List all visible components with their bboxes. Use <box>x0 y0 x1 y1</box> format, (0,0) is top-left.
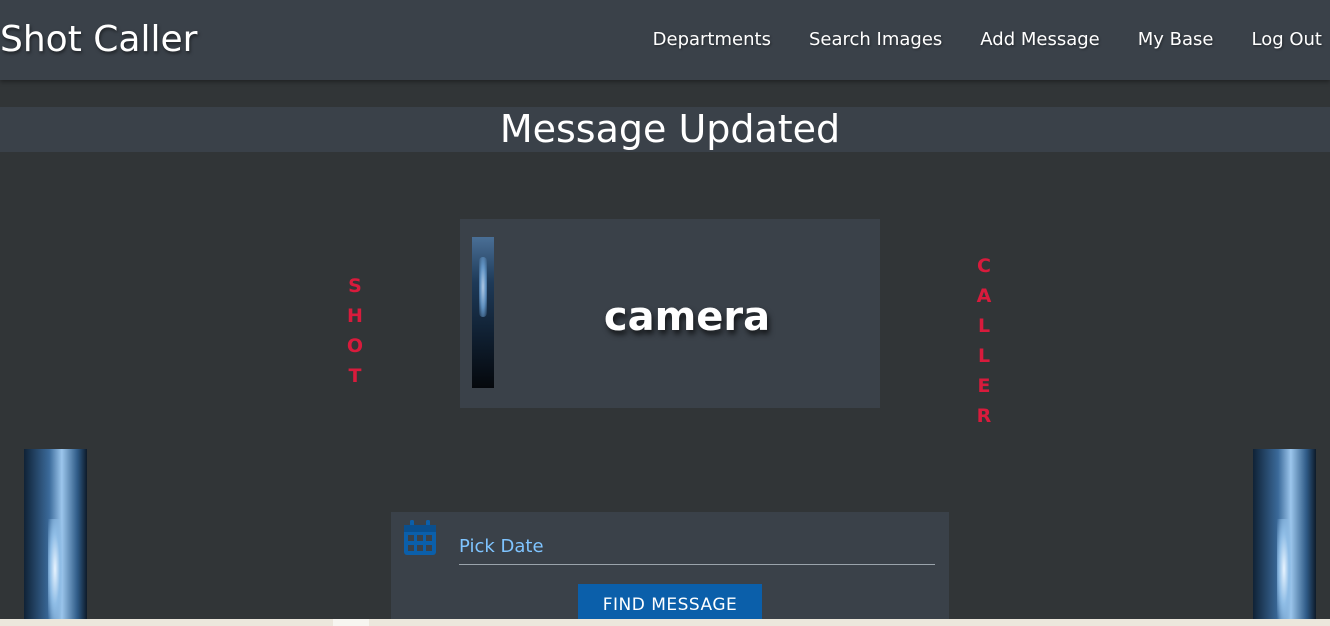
caller-vertical-text: C A L L E R <box>974 251 994 431</box>
caller-letter: R <box>976 405 992 427</box>
nav-my-base[interactable]: My Base <box>1138 26 1214 54</box>
caller-letter: L <box>977 315 991 337</box>
caller-letter: E <box>977 375 991 397</box>
nav-search-images[interactable]: Search Images <box>809 26 942 54</box>
camera-image <box>472 237 494 388</box>
shot-vertical-text: S H O T <box>345 271 365 391</box>
scrollbar-thumb[interactable] <box>333 619 369 626</box>
caller-letter: L <box>977 345 991 367</box>
shot-letter: H <box>347 305 363 327</box>
nav-links: Departments Search Images Add Message My… <box>615 26 1322 54</box>
right-decorative-image <box>1253 449 1316 619</box>
status-banner: Message Updated <box>0 107 1330 152</box>
date-picker-input[interactable] <box>459 528 935 565</box>
shot-letter: O <box>346 335 364 357</box>
image-highlight <box>479 257 487 317</box>
message-title: camera <box>603 294 771 340</box>
calendar-icon[interactable] <box>403 520 437 556</box>
nav-add-message[interactable]: Add Message <box>980 26 1099 54</box>
caller-letter: C <box>977 255 991 277</box>
left-decorative-image <box>24 449 87 619</box>
horizontal-scrollbar[interactable] <box>0 619 1330 626</box>
shot-letter: S <box>348 275 362 297</box>
nav-departments[interactable]: Departments <box>653 26 771 54</box>
brand-logo[interactable]: Shot Caller <box>0 16 197 64</box>
top-navbar: Shot Caller Departments Search Images Ad… <box>0 0 1330 80</box>
message-card[interactable]: camera <box>460 219 880 408</box>
find-message-form: FIND MESSAGE <box>391 512 949 626</box>
page-title: Message Updated <box>499 107 841 151</box>
caller-letter: A <box>976 285 992 307</box>
nav-log-out[interactable]: Log Out <box>1251 26 1322 54</box>
shot-letter: T <box>348 365 362 387</box>
